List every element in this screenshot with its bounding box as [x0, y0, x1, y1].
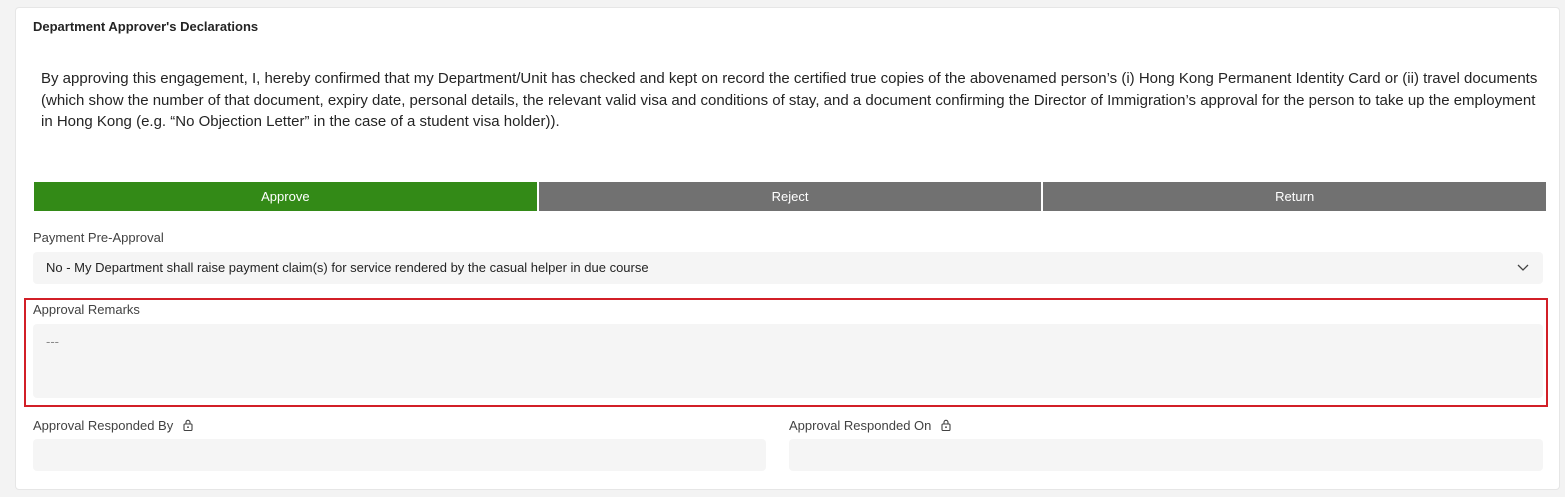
approval-remarks-placeholder: --- [46, 334, 59, 349]
responded-by-label-group: Approval Responded By [33, 418, 193, 433]
declarations-card: Department Approver's Declarations By ap… [15, 7, 1560, 490]
reject-button[interactable]: Reject [538, 182, 1042, 211]
payment-pre-approval-select[interactable]: No - My Department shall raise payment c… [33, 252, 1543, 284]
responded-on-label-group: Approval Responded On [789, 418, 951, 433]
return-button[interactable]: Return [1043, 182, 1547, 211]
lock-icon [941, 419, 951, 431]
lock-icon [183, 419, 193, 431]
approve-button[interactable]: Approve [34, 182, 537, 211]
payment-pre-approval-label: Payment Pre-Approval [33, 230, 164, 245]
declaration-text: By approving this engagement, I, hereby … [41, 70, 1538, 130]
section-title: Department Approver's Declarations [33, 19, 259, 34]
decision-choice-group: Approve Reject Return [34, 182, 1547, 211]
payment-pre-approval-value: No - My Department shall raise payment c… [46, 260, 649, 275]
responded-by-field [33, 439, 766, 471]
chevron-down-icon [1517, 264, 1529, 271]
approval-remarks-label: Approval Remarks [33, 302, 140, 317]
approval-remarks-input[interactable]: --- [33, 324, 1543, 398]
responded-on-label: Approval Responded On [789, 418, 932, 433]
responded-by-label: Approval Responded By [33, 418, 174, 433]
responded-on-field [789, 439, 1543, 471]
